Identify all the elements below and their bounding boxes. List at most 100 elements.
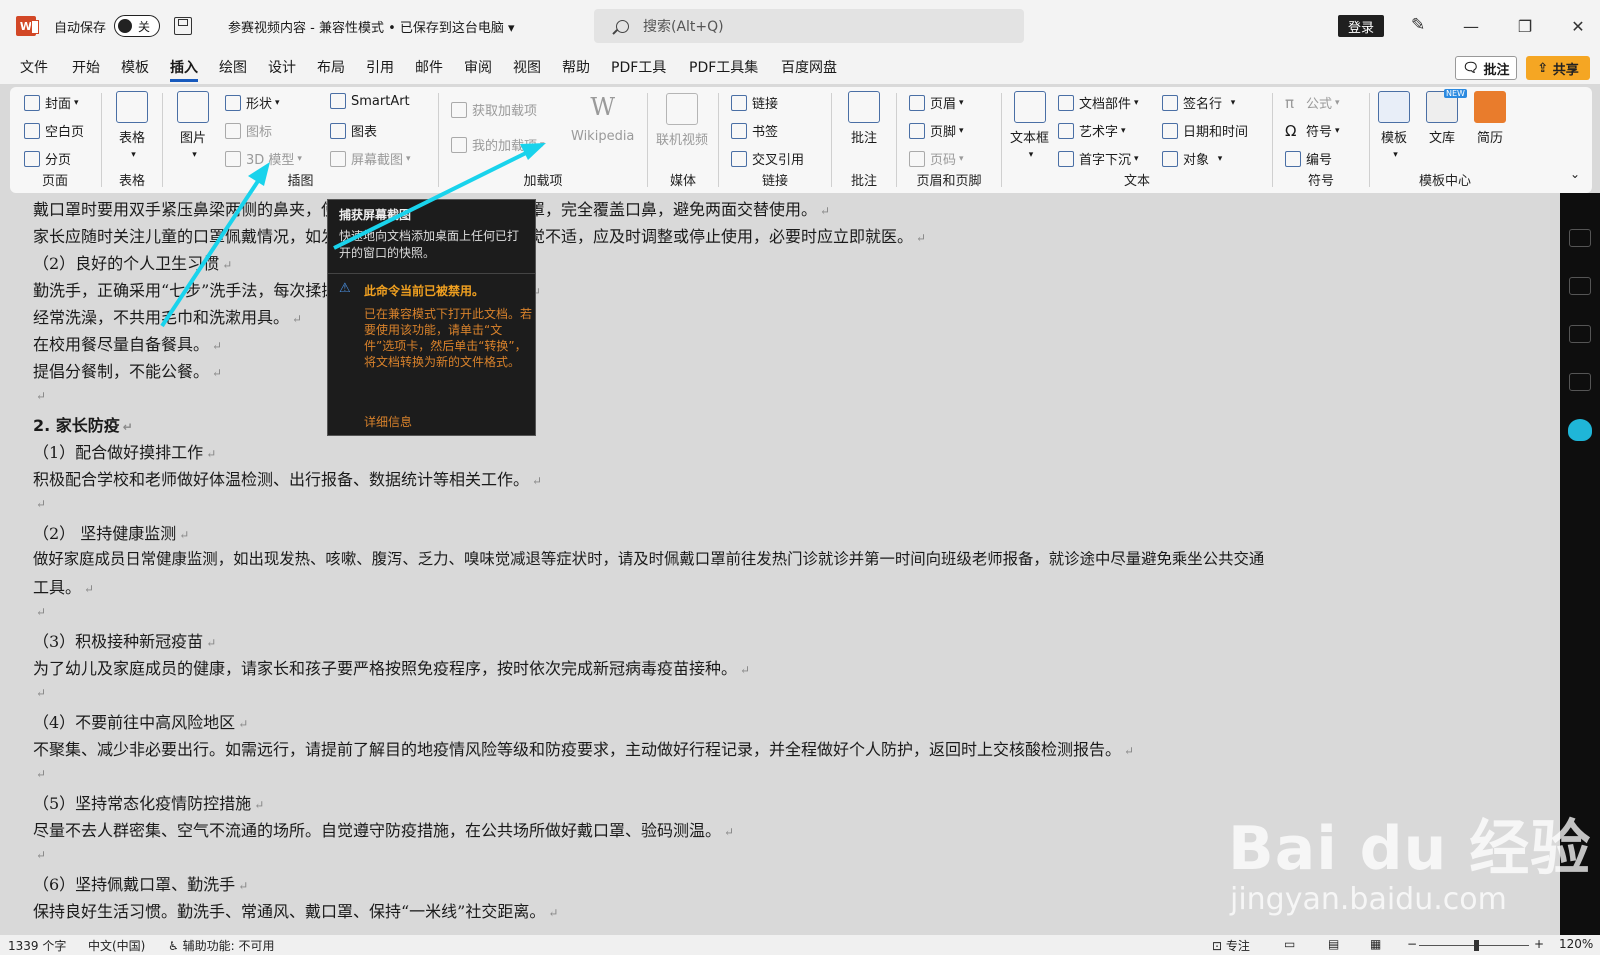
smartart-icon	[330, 93, 346, 109]
pen-icon[interactable]: ✎	[1411, 15, 1425, 35]
print-layout-icon[interactable]: ▤	[1328, 937, 1339, 951]
library-button[interactable]: 文库	[1426, 91, 1458, 146]
language-indicator[interactable]: 中文(中国)	[88, 937, 145, 954]
tab-pdf-toolset[interactable]: PDF工具集	[689, 52, 758, 84]
bookmark-button[interactable]: 书签	[731, 121, 778, 140]
search-icon	[616, 19, 629, 33]
zoom-out-button[interactable]: −	[1407, 937, 1417, 951]
web-layout-icon[interactable]: ▦	[1370, 937, 1381, 951]
tab-view[interactable]: 视图	[513, 52, 541, 84]
page-number-button[interactable]: 页码 ▾	[909, 149, 964, 168]
search-input[interactable]: 搜索(Alt+Q)	[594, 9, 1024, 43]
screenshot-button[interactable]: 屏幕截图 ▾	[330, 149, 411, 168]
word-count[interactable]: 1339 个字	[8, 937, 66, 954]
side-tool-icon[interactable]	[1569, 373, 1591, 391]
quick-parts-button[interactable]: 文档部件 ▾	[1058, 93, 1139, 112]
close-button[interactable]: ✕	[1564, 12, 1592, 40]
collapse-ribbon-icon[interactable]: ⌄	[1570, 167, 1580, 181]
autosave-toggle[interactable]: 关	[114, 15, 161, 37]
side-tool-icon[interactable]	[1569, 325, 1591, 343]
side-tool-icon[interactable]	[1569, 229, 1591, 247]
doc-line: （1）配合做好摸排工作 ↵	[33, 443, 217, 462]
group-label-table: 表格	[118, 174, 145, 189]
online-video-button[interactable]: 联机视频	[656, 93, 708, 148]
date-time-button[interactable]: 日期和时间	[1162, 121, 1248, 140]
cover-page-button[interactable]: 封面 ▾	[24, 93, 79, 112]
templates-button[interactable]: 模板 ▾	[1378, 91, 1410, 161]
pi-icon: π	[1285, 93, 1295, 112]
zoom-slider-thumb[interactable]	[1474, 940, 1479, 951]
signature-line-button[interactable]: 签名行 ▾	[1162, 93, 1235, 112]
footer-button[interactable]: 页脚 ▾	[909, 121, 964, 140]
header-button[interactable]: 页眉 ▾	[909, 93, 964, 112]
focus-mode-button[interactable]: ⊡ 专注	[1212, 937, 1250, 954]
tab-help[interactable]: 帮助	[562, 52, 590, 84]
wikipedia-button[interactable]: W Wikipedia	[571, 93, 634, 144]
icons-button[interactable]: 图标	[225, 121, 272, 140]
zoom-level[interactable]: 120%	[1559, 937, 1593, 951]
tab-layout[interactable]: 布局	[317, 52, 345, 84]
object-button[interactable]: 对象 ▾	[1162, 149, 1222, 168]
tab-insert[interactable]: 插入	[170, 52, 198, 84]
tooltip-divider	[328, 273, 535, 274]
autosave-label: 自动保存	[54, 20, 107, 36]
tab-draw[interactable]: 绘图	[219, 52, 247, 84]
number-button[interactable]: 编号	[1285, 149, 1332, 168]
tab-references[interactable]: 引用	[366, 52, 394, 84]
tab-review[interactable]: 审阅	[464, 52, 492, 84]
search-placeholder: 搜索(Alt+Q)	[643, 19, 724, 35]
table-icon	[116, 91, 148, 123]
textbox-button[interactable]: 文本框 ▾	[1010, 91, 1049, 161]
autosave-state: 关	[138, 19, 151, 34]
share-button[interactable]: ⇪ 共享	[1526, 56, 1590, 80]
group-label-symbols: 符号	[1307, 174, 1334, 189]
my-addins-button[interactable]: 我的加载项 ▾	[451, 135, 545, 154]
comments-button[interactable]: 🗨 批注	[1455, 56, 1517, 80]
insert-comment-button[interactable]: 批注	[848, 91, 880, 146]
shapes-button[interactable]: 形状 ▾	[225, 93, 280, 112]
equation-button[interactable]: π 公式 ▾	[1285, 93, 1340, 113]
document-title[interactable]: 参赛视频内容 - 兼容性模式 • 已保存到这台电脑 ▾	[228, 17, 515, 36]
smartart-button[interactable]: SmartArt	[330, 93, 410, 109]
restore-button[interactable]: ❐	[1511, 12, 1539, 40]
save-icon[interactable]	[174, 17, 193, 35]
blank-page-button[interactable]: 空白页	[24, 121, 84, 140]
tooltip-warning-title: 此命令当前已被禁用。	[364, 284, 485, 298]
login-button[interactable]: 登录	[1338, 15, 1384, 37]
accessibility-status[interactable]: ♿ 辅助功能: 不可用	[168, 937, 274, 954]
tab-home[interactable]: 开始	[72, 52, 100, 84]
page-break-button[interactable]: 分页	[24, 149, 71, 168]
tooltip-more-info-link[interactable]: 详细信息	[364, 413, 412, 430]
doc-line: 经常洗澡，不共用毛巾和洗漱用具。 ↵	[33, 308, 303, 327]
tab-baidu-netdisk[interactable]: 百度网盘	[781, 52, 837, 84]
chart-icon	[330, 122, 346, 139]
table-button[interactable]: 表格 ▾	[116, 91, 148, 161]
side-tool-icon[interactable]	[1569, 277, 1591, 295]
wordart-button[interactable]: 艺术字 ▾	[1058, 121, 1126, 140]
tab-template[interactable]: 模板	[121, 52, 149, 84]
zoom-in-button[interactable]: +	[1534, 937, 1544, 951]
tab-mailings[interactable]: 邮件	[415, 52, 443, 84]
tab-pdf-tools[interactable]: PDF工具	[611, 52, 666, 84]
minimize-button[interactable]: —	[1457, 12, 1485, 40]
get-addins-button[interactable]: 获取加载项	[451, 100, 537, 119]
tab-design[interactable]: 设计	[268, 52, 296, 84]
group-header-footer: 页眉 ▾ 页脚 ▾ 页码 ▾ 页眉和页脚	[897, 87, 1001, 193]
tab-file[interactable]: 文件	[20, 52, 48, 84]
group-label-header-footer: 页眉和页脚	[916, 174, 982, 189]
read-mode-icon[interactable]: ▭	[1284, 937, 1295, 951]
cross-reference-button[interactable]: 交叉引用	[731, 149, 804, 168]
drop-cap-button[interactable]: 首字下沉 ▾	[1058, 149, 1139, 168]
video-icon	[666, 93, 698, 125]
cross-reference-icon	[731, 150, 747, 167]
symbol-button[interactable]: Ω 符号 ▾	[1285, 121, 1340, 141]
resume-button[interactable]: 简历	[1474, 91, 1506, 146]
chart-button[interactable]: 图表	[330, 121, 377, 140]
resume-icon	[1474, 91, 1506, 123]
group-illustrations: 图片 ▾ 形状 ▾ 图标 3D 模型 ▾ SmartArt 图表 屏幕截图 ▾ 插图	[163, 87, 438, 193]
picture-button[interactable]: 图片 ▾	[177, 91, 209, 161]
3d-model-button[interactable]: 3D 模型 ▾	[225, 149, 302, 168]
word-logo-icon: W	[16, 16, 39, 36]
link-button[interactable]: 链接	[731, 93, 778, 112]
assistant-icon[interactable]	[1568, 419, 1592, 441]
